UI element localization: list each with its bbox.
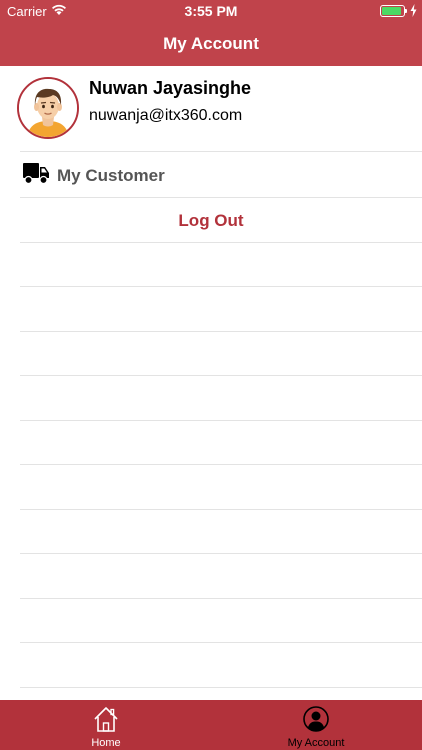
user-avatar-illustration [19,79,77,137]
user-name: Nuwan Jayasinghe [89,78,252,98]
list-separator [20,509,422,510]
tab-bar: Home My Account [0,700,422,750]
log-out-button[interactable]: Log Out [20,197,422,242]
profile-header: Nuwan Jayasinghe nuwanja@itx360.com [0,66,422,151]
list-separator [20,598,422,599]
tab-home[interactable]: Home [41,700,171,750]
battery-tip [405,9,407,13]
tab-my-account-label: My Account [287,737,345,749]
list-separator [20,642,422,643]
list-separator [20,464,422,465]
battery-fill [382,7,401,15]
clock: 3:55 PM [184,3,238,19]
list-separator [20,331,422,332]
tab-my-account[interactable]: My Account [251,700,381,750]
tab-home-label: Home [91,737,121,749]
battery-icon [380,5,405,17]
list-separator [20,553,422,554]
user-email: nuwanja@itx360.com [89,107,243,124]
list-separator [20,286,422,287]
list-separator [20,687,422,688]
account-icon [303,706,329,732]
home-icon [93,706,119,732]
list-separator [20,242,422,243]
list-separator [20,375,422,376]
my-customer-row[interactable]: My Customer [20,151,422,197]
navigation-bar: My Account [0,22,422,66]
my-customer-label: My Customer [57,166,165,185]
charging-bolt-icon [410,4,417,20]
page-title: My Account [163,34,259,53]
truck-icon [23,163,49,190]
list-separator [20,420,422,421]
avatar [17,77,79,139]
status-bar: Carrier 3:55 PM [0,0,422,22]
log-out-label: Log Out [178,211,244,230]
